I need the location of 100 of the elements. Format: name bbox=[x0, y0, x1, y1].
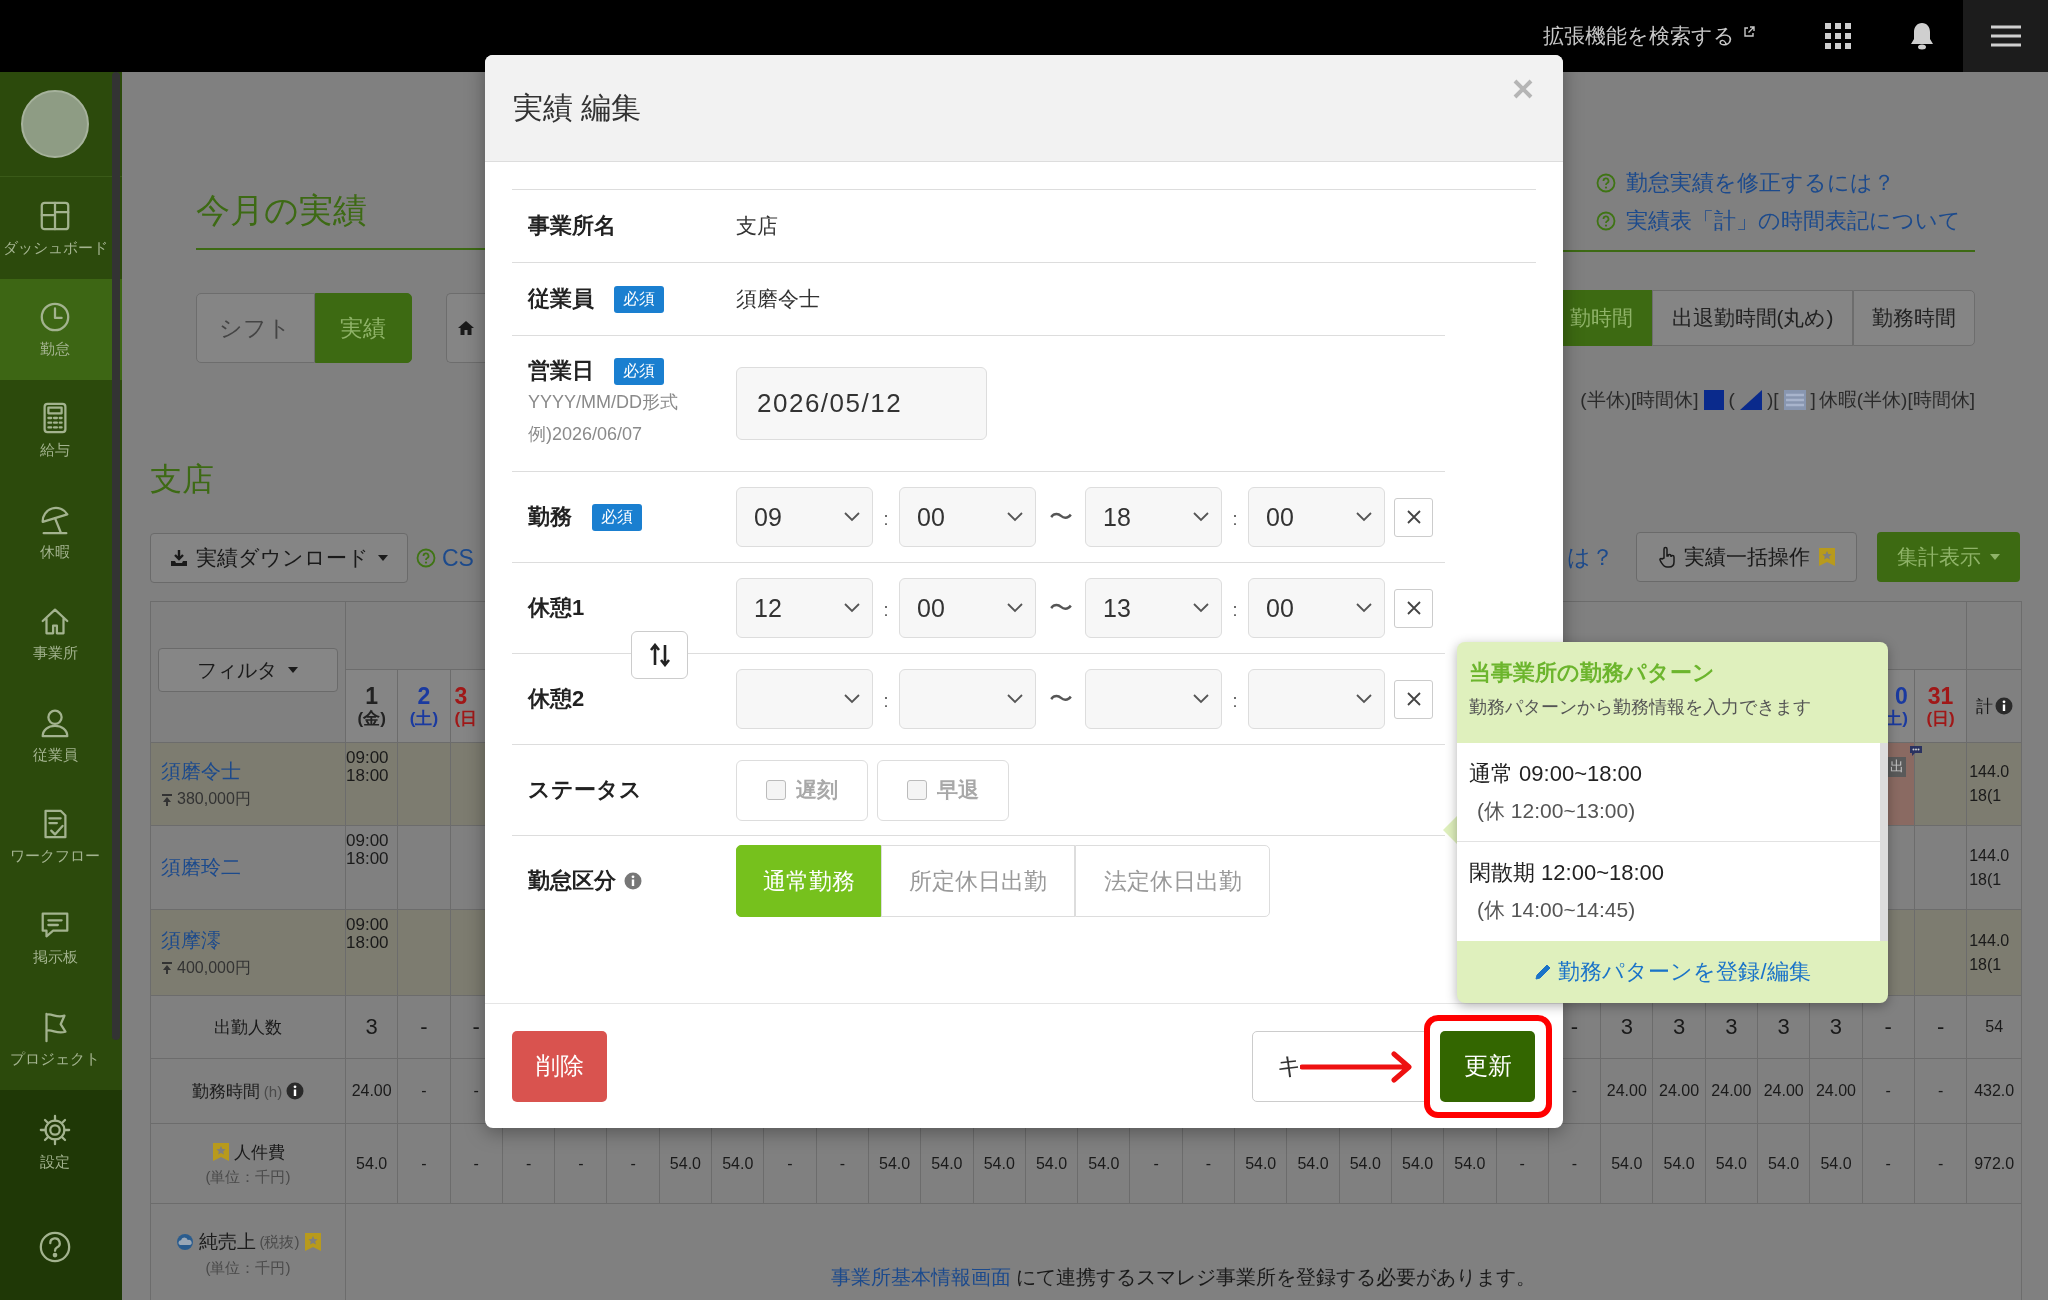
time-select[interactable]: 00 bbox=[1248, 578, 1385, 638]
caret-icon bbox=[1988, 553, 2001, 561]
mode-tab[interactable]: 勤務時間 bbox=[1853, 290, 1975, 346]
sidebar-item[interactable]: プロジェクト bbox=[0, 988, 122, 1090]
row-label: 勤務時間 bbox=[191, 1080, 260, 1103]
page-title: 今月の実績 bbox=[196, 190, 368, 231]
delete-button[interactable]: 削除 bbox=[512, 1030, 607, 1102]
apps-grid-icon[interactable] bbox=[1825, 23, 1851, 49]
wage-text: 380,000円 bbox=[177, 789, 251, 809]
hint-text: 例)2026/06/07 bbox=[528, 423, 644, 446]
segment-button[interactable]: 法定休日出勤 bbox=[1075, 845, 1270, 917]
table-cell: 54.0 bbox=[346, 1124, 399, 1204]
triangle-icon bbox=[1739, 390, 1762, 410]
table-cell: 24.00 bbox=[346, 1059, 399, 1124]
time-select[interactable]: 18 bbox=[1085, 487, 1222, 547]
table-cell: - bbox=[1914, 996, 1968, 1059]
table-cell: 54 bbox=[1967, 996, 2023, 1059]
mode-tab[interactable]: 出退勤時間(丸め) bbox=[1652, 290, 1853, 346]
row-label: 人件費 bbox=[233, 1141, 285, 1164]
update-button[interactable]: 更新 bbox=[1440, 1030, 1535, 1102]
bookmark-star-icon bbox=[303, 1232, 322, 1252]
swap-button[interactable] bbox=[631, 631, 688, 679]
sidebar-item[interactable]: 休暇 bbox=[0, 481, 122, 583]
cloud-icon bbox=[174, 1234, 195, 1250]
field-label: ステータス bbox=[528, 776, 642, 804]
help-icon bbox=[1596, 173, 1616, 193]
house-icon bbox=[457, 320, 476, 336]
download-icon bbox=[169, 549, 188, 567]
help-icon bbox=[1596, 211, 1616, 231]
menu-button[interactable] bbox=[1963, 0, 2048, 72]
wage-text: 400,000円 bbox=[177, 957, 251, 978]
home-button[interactable] bbox=[446, 293, 485, 363]
chevron-down-icon bbox=[844, 603, 860, 613]
mode-tab[interactable]: 勤時間 bbox=[1563, 290, 1652, 346]
time-separator: : bbox=[1231, 509, 1239, 530]
legend-text: (半休)[時間休] bbox=[1580, 388, 1699, 412]
table-cell: 24.00 bbox=[1705, 1059, 1758, 1124]
clear-button[interactable] bbox=[1394, 588, 1433, 628]
download-button[interactable]: 実績ダウンロード bbox=[150, 533, 408, 583]
scrollbar[interactable] bbox=[1880, 743, 1888, 941]
edit-patterns-link[interactable]: 勤務パターンを登録/編集 bbox=[1534, 957, 1811, 987]
chevron-down-icon bbox=[1356, 512, 1372, 522]
view-tab[interactable]: 実績 bbox=[314, 293, 413, 363]
range-separator: 〜 bbox=[1047, 502, 1074, 532]
day-header: 31 (日) bbox=[1914, 670, 1968, 743]
time-select[interactable]: 00 bbox=[1248, 487, 1385, 547]
chevron-down-icon bbox=[1193, 512, 1209, 522]
pencil-icon bbox=[1534, 963, 1553, 981]
time-select[interactable]: 09 bbox=[736, 487, 873, 547]
chevron-down-icon bbox=[844, 694, 860, 704]
clear-button[interactable] bbox=[1394, 497, 1433, 537]
sidebar-item[interactable]: 設定 bbox=[0, 1089, 122, 1195]
view-tab[interactable]: シフト bbox=[196, 293, 315, 363]
arrow-up-icon bbox=[161, 793, 173, 806]
table-cell: 144.0 18(1 bbox=[1967, 743, 2023, 826]
time-select[interactable]: 00 bbox=[899, 578, 1036, 638]
chevron-down-icon bbox=[1356, 603, 1372, 613]
day-header: 2 (土) bbox=[398, 670, 451, 743]
range-separator: 〜 bbox=[1047, 593, 1074, 623]
required-badge: 必須 bbox=[592, 503, 642, 531]
bulk-action-button[interactable]: 実績一括操作 bbox=[1636, 532, 1857, 582]
sidebar-item[interactable]: 従業員 bbox=[0, 684, 122, 786]
summary-button[interactable]: 集計表示 bbox=[1877, 532, 2020, 582]
pattern-item[interactable]: 閑散期 12:00~18:00 (休 14:00~14:45) bbox=[1457, 842, 1880, 941]
filter-button[interactable]: フィルタ bbox=[158, 648, 338, 692]
segment-button[interactable]: 所定休日出勤 bbox=[881, 845, 1075, 917]
close-icon bbox=[1405, 509, 1422, 525]
bell-icon[interactable] bbox=[1909, 21, 1935, 51]
caret-icon bbox=[287, 666, 299, 674]
table-cell: - bbox=[398, 996, 451, 1059]
branch-title: 支店 bbox=[150, 460, 215, 499]
legend-text: 休暇(半休)[時間休] bbox=[1818, 388, 1975, 412]
popover-title: 当事業所の勤務パターン bbox=[1469, 659, 1716, 687]
sidebar-item[interactable]: 掲示板 bbox=[0, 887, 122, 989]
scrollbar[interactable] bbox=[112, 72, 120, 1040]
chevron-down-icon bbox=[1193, 694, 1209, 704]
striped-square-icon bbox=[1783, 390, 1806, 410]
time-select[interactable]: 13 bbox=[1085, 578, 1222, 638]
sidebar-item[interactable]: ダッシュボード bbox=[0, 177, 122, 279]
notice-text: 事業所基本情報画面 にて連携するスマレジ事業所を登録する必要があります。 bbox=[830, 1265, 1537, 1290]
sidebar-item[interactable]: 給与 bbox=[0, 380, 122, 482]
time-separator: : bbox=[1231, 691, 1239, 712]
table-cell: - bbox=[398, 1059, 451, 1124]
legend-text: ] bbox=[1810, 389, 1816, 411]
time-select[interactable]: 00 bbox=[899, 487, 1036, 547]
sidebar-item[interactable]: ワークフロー bbox=[0, 785, 122, 888]
required-badge: 必須 bbox=[614, 285, 664, 313]
sidebar-item[interactable]: 事業所 bbox=[0, 582, 122, 685]
bookmark-star-icon bbox=[211, 1142, 230, 1162]
extension-search-link[interactable]: 拡張機能を検索する bbox=[1543, 22, 1755, 50]
time-select[interactable]: 12 bbox=[736, 578, 873, 638]
table-cell: 54.0 bbox=[1705, 1124, 1758, 1204]
clear-button[interactable] bbox=[1394, 679, 1433, 719]
close-icon[interactable] bbox=[1513, 79, 1533, 99]
external-link-icon bbox=[1743, 26, 1755, 38]
info-icon bbox=[1994, 697, 2013, 715]
date-field[interactable]: 2026/05/12 bbox=[736, 367, 987, 440]
field-label: 事業所名 bbox=[528, 212, 616, 240]
sidebar-item[interactable]: 勤怠 bbox=[0, 278, 122, 381]
row-label: 出勤人数 bbox=[214, 1016, 282, 1039]
